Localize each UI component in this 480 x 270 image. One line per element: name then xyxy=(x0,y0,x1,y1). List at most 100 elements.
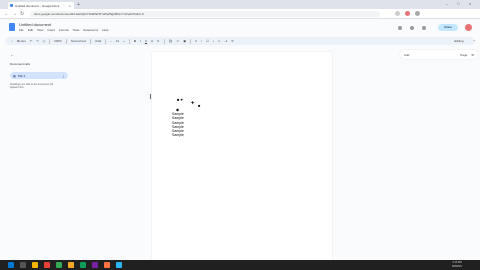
system-clock[interactable]: 4:13 PM 6/6/2024 xyxy=(452,261,462,268)
menu-edit[interactable]: Edit xyxy=(28,28,33,32)
document-tabs-title: Document tabs xyxy=(10,62,31,66)
share-button[interactable]: Share xyxy=(438,24,458,31)
start-icon[interactable] xyxy=(8,262,14,268)
file-explorer-icon[interactable] xyxy=(32,262,38,268)
right-panel-label[interactable]: Add xyxy=(404,53,409,57)
italic-icon[interactable]: I xyxy=(140,39,141,43)
comment-icon[interactable]: ▭ xyxy=(176,39,179,43)
page-symbol: ✚ xyxy=(191,100,195,105)
window-close-button[interactable]: × xyxy=(469,1,471,6)
comments-icon[interactable] xyxy=(410,26,414,30)
tab-title: Untitled document - Google Docs xyxy=(15,3,60,8)
menu-help[interactable]: Help xyxy=(102,28,108,32)
search-icon[interactable] xyxy=(20,262,26,268)
toolbar-divider xyxy=(163,38,165,44)
sample-line: Sample xyxy=(172,116,184,121)
decrease-font-icon[interactable]: − xyxy=(110,39,112,43)
docs-header xyxy=(0,19,480,35)
numbered-list-icon[interactable]: 1. xyxy=(218,39,221,43)
menu-view[interactable]: View xyxy=(37,28,43,32)
account-avatar[interactable] xyxy=(465,24,472,31)
menus-search[interactable]: Menus xyxy=(17,39,26,43)
text-cursor xyxy=(150,94,151,99)
right-panel-icon[interactable]: ⚙ xyxy=(471,53,474,57)
bold-icon[interactable]: B xyxy=(134,39,136,43)
profile-avatar[interactable] xyxy=(405,11,410,16)
print-icon[interactable]: ⎙ xyxy=(43,39,45,43)
bullet-list-icon[interactable]: • xyxy=(213,39,214,43)
menu-bar: File Edit View Insert Format Tools Exten… xyxy=(19,28,108,32)
outline-hint-text: Headings you add to the document will ap… xyxy=(10,83,53,90)
taskbar-app-icon[interactable] xyxy=(44,262,50,268)
align-icon[interactable]: ≡ xyxy=(195,39,197,43)
sample-text-list: Sample Sample Sample Sample Sample Sampl… xyxy=(172,112,184,138)
page-symbol: ■ ♥ xyxy=(177,97,183,102)
collapse-toolbar-icon[interactable]: ^ xyxy=(474,39,475,43)
checklist-icon[interactable]: ☑ xyxy=(206,39,209,43)
page-symbol: ■ xyxy=(198,103,201,108)
taskbar-app-icon[interactable] xyxy=(104,262,110,268)
text-color-icon[interactable]: A xyxy=(151,39,153,43)
document-page[interactable] xyxy=(152,52,332,262)
editing-mode-select[interactable]: Editing xyxy=(454,39,463,43)
menu-insert[interactable]: Insert xyxy=(47,28,55,32)
meet-icon[interactable] xyxy=(422,26,426,30)
document-tabs-panel: ← Document tabs ▤ Tab 1 ⋮ Headings you a… xyxy=(10,52,70,89)
browser-menu-icon[interactable] xyxy=(415,11,420,16)
back-arrow-icon[interactable]: ← xyxy=(4,11,9,17)
document-title[interactable]: Untitled document xyxy=(19,22,51,27)
font-size-field[interactable]: 11 xyxy=(116,39,119,43)
menu-format[interactable]: Format xyxy=(59,28,69,32)
right-panel-page[interactable]: Page xyxy=(460,53,467,57)
image-icon[interactable]: ▣ xyxy=(183,39,186,43)
search-menus-icon[interactable]: ⌕ xyxy=(11,39,13,43)
link-icon[interactable]: ⛓ xyxy=(169,39,173,43)
toolbar-divider xyxy=(190,38,192,44)
toolbar-divider xyxy=(65,38,67,44)
redo-icon[interactable]: ↷ xyxy=(36,39,39,43)
browser-tabbar: Untitled document - Google Docs × + – □ … xyxy=(0,0,480,9)
clock-time: 4:13 PM xyxy=(452,261,462,264)
address-bar-row: ← → ↻ docs.google.com/document/d/1Hw4qXc… xyxy=(0,9,480,19)
toolbar-divider xyxy=(128,38,130,44)
increase-font-icon[interactable]: + xyxy=(123,39,125,43)
maximize-button[interactable]: □ xyxy=(457,1,459,6)
toolbar-divider xyxy=(90,38,92,44)
undo-icon[interactable]: ↶ xyxy=(30,39,33,43)
tab-close-icon[interactable]: × xyxy=(69,4,71,8)
style-select[interactable]: Normal text xyxy=(71,39,86,43)
docs-favicon-icon xyxy=(10,4,13,7)
line-spacing-icon[interactable]: ↕ xyxy=(201,39,203,43)
menu-tools[interactable]: Tools xyxy=(73,28,80,32)
minimize-button[interactable]: – xyxy=(446,1,448,6)
right-floating-panel: Add Page ⚙ xyxy=(400,50,478,59)
forward-arrow-icon[interactable]: → xyxy=(12,11,17,17)
document-tab-label: Tab 1 xyxy=(17,73,26,78)
back-arrow-icon[interactable]: ← xyxy=(10,52,70,58)
url-field[interactable]: docs.google.com/document/d/1Hw4qXc7J2k8f… xyxy=(30,11,380,17)
zoom-select[interactable]: 100% xyxy=(54,39,62,43)
google-docs-logo-icon[interactable] xyxy=(9,23,15,31)
sample-line: Sample xyxy=(172,133,184,138)
formatting-toolbar: ⌕ Menus ↶ ↷ ⎙ 100% Normal text Arial − 1… xyxy=(5,37,475,45)
browser-tab[interactable]: Untitled document - Google Docs × xyxy=(8,2,74,9)
taskbar-app-icon[interactable] xyxy=(92,262,98,268)
underline-icon[interactable]: U xyxy=(145,39,147,43)
toolbar-divider xyxy=(105,38,107,44)
reload-icon[interactable]: ↻ xyxy=(20,11,24,17)
indent-icon[interactable]: ⇥ xyxy=(225,39,228,43)
extension-icon[interactable] xyxy=(395,11,400,16)
document-tab-item[interactable]: ▤ Tab 1 ⋮ xyxy=(10,72,68,79)
taskbar-app-icon[interactable] xyxy=(56,262,62,268)
font-select[interactable]: Arial xyxy=(95,39,101,43)
history-icon[interactable] xyxy=(398,26,402,30)
highlight-icon[interactable]: ✎ xyxy=(157,39,160,43)
clear-format-icon[interactable]: T̸ xyxy=(231,39,233,43)
new-tab-button[interactable]: + xyxy=(77,2,80,8)
tab-more-icon[interactable]: ⋮ xyxy=(62,74,65,78)
chrome-icon[interactable] xyxy=(68,262,74,268)
menu-file[interactable]: File xyxy=(19,28,24,32)
taskbar-app-icon[interactable] xyxy=(116,262,122,268)
taskbar-app-icon[interactable] xyxy=(80,262,86,268)
menu-extensions[interactable]: Extensions xyxy=(84,28,99,32)
